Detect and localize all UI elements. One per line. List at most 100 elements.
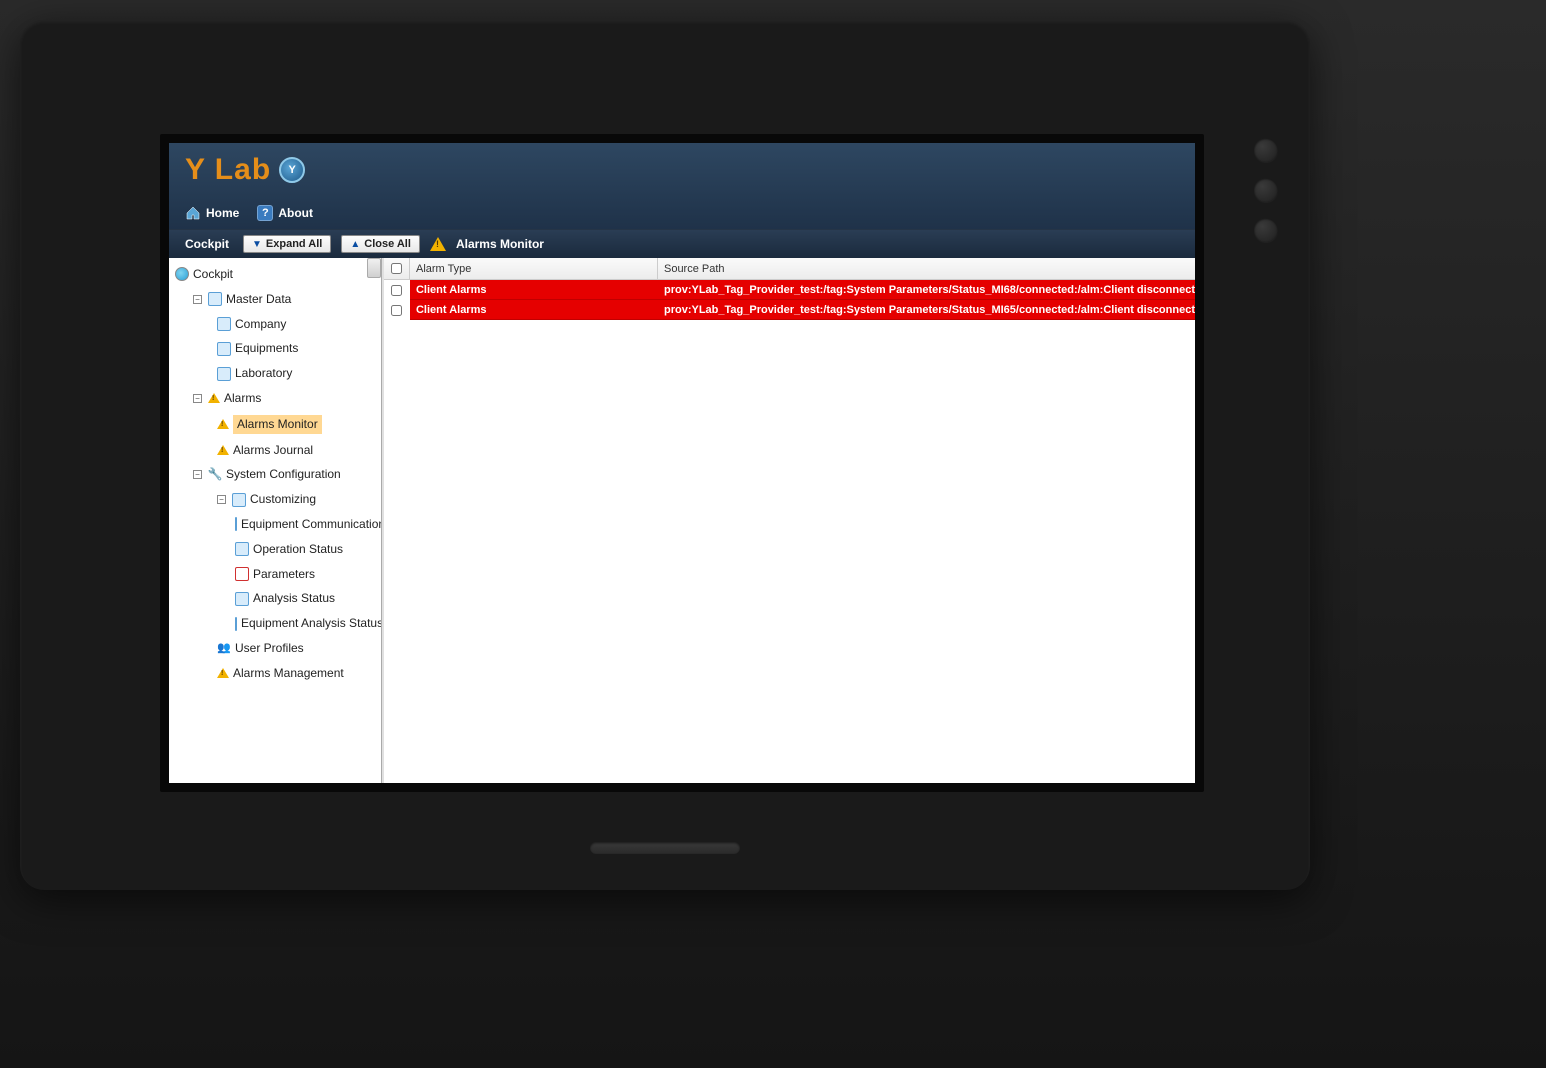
tablet-frame: Y Lab Y Home ? About Cockpit ▼ (20, 20, 1310, 890)
tree-equip-analysis[interactable]: Equipment Analysis Status (173, 611, 379, 636)
tree-alarms-journal[interactable]: Alarms Journal (173, 438, 379, 463)
tree-label: Operation Status (253, 541, 343, 558)
logo-text: Y Lab (185, 153, 271, 187)
tree-laboratory[interactable]: Laboratory (173, 361, 379, 386)
expander-icon[interactable]: − (193, 470, 202, 479)
app-screen: Y Lab Y Home ? About Cockpit ▼ (160, 134, 1204, 792)
tree-label: Alarms (224, 390, 261, 407)
warning-icon (217, 668, 229, 678)
app-header: Y Lab Y Home ? About (169, 143, 1195, 229)
tree-user-profiles[interactable]: 👥 User Profiles (173, 636, 379, 661)
tablet-home-bar[interactable] (590, 842, 740, 854)
tree-alarms[interactable]: − Alarms (173, 386, 379, 411)
nav-about[interactable]: ? About (257, 205, 313, 221)
tree-label: User Profiles (235, 640, 304, 657)
tree-parameters[interactable]: Parameters (173, 562, 379, 587)
content-panel: Alarm Type Source Path Client Alarms pro… (382, 258, 1195, 783)
warning-icon (217, 445, 229, 455)
row-checkbox[interactable] (391, 305, 402, 316)
cell-source-path: prov:YLab_Tag_Provider_test:/tag:System … (658, 300, 1195, 320)
breadcrumb: Alarms Monitor (456, 237, 544, 251)
close-all-button[interactable]: ▲ Close All (341, 235, 420, 253)
folder-icon (217, 367, 231, 381)
header-checkbox-cell (384, 258, 410, 279)
tablet-button-3[interactable] (1254, 218, 1278, 242)
folder-icon (235, 592, 249, 606)
chevron-down-icon: ▼ (252, 239, 262, 250)
users-icon: 👥 (217, 641, 231, 655)
warning-icon (217, 419, 229, 429)
sidebar: Cockpit − Master Data Company Equipments (169, 258, 382, 783)
nav-home[interactable]: Home (185, 205, 239, 221)
warning-icon (208, 393, 220, 403)
row-checkbox-cell (384, 300, 410, 320)
globe-icon (175, 267, 189, 281)
close-all-label: Close All (364, 238, 411, 250)
expander-icon[interactable]: − (217, 495, 226, 504)
row-checkbox-cell (384, 280, 410, 300)
tree-op-status[interactable]: Operation Status (173, 537, 379, 562)
expand-all-label: Expand All (266, 238, 322, 250)
table-row[interactable]: Client Alarms prov:YLab_Tag_Provider_tes… (384, 280, 1195, 300)
tree-label: Equipment Communications (241, 516, 382, 533)
tree-analysis-status[interactable]: Analysis Status (173, 586, 379, 611)
folder-icon (235, 617, 237, 631)
tree-label: Equipments (235, 340, 298, 357)
folder-icon (217, 317, 231, 331)
tree-system-config[interactable]: − 🔧 System Configuration (173, 462, 379, 487)
tree-label: Equipment Analysis Status (241, 615, 382, 632)
nav-bar: Home ? About (185, 205, 1179, 221)
row-checkbox[interactable] (391, 285, 402, 296)
wrench-icon: 🔧 (208, 468, 222, 482)
nav-about-label: About (278, 206, 313, 220)
tree-master-data[interactable]: − Master Data (173, 287, 379, 312)
tablet-button-1[interactable] (1254, 138, 1278, 162)
toolbar-label: Cockpit (185, 237, 229, 251)
column-source-path[interactable]: Source Path (658, 258, 1195, 279)
expander-icon[interactable]: − (193, 295, 202, 304)
tree-equipments[interactable]: Equipments (173, 336, 379, 361)
tablet-side-buttons (1254, 138, 1278, 242)
logo: Y Lab Y (185, 153, 1179, 187)
tree-alarms-monitor[interactable]: Alarms Monitor (173, 411, 379, 438)
folder-icon (235, 542, 249, 556)
folder-icon (217, 342, 231, 356)
expand-all-button[interactable]: ▼ Expand All (243, 235, 331, 253)
form-icon (235, 567, 249, 581)
tree-label: Parameters (253, 566, 315, 583)
tree-customizing[interactable]: − Customizing (173, 487, 379, 512)
tree-company[interactable]: Company (173, 312, 379, 337)
tree-label: Company (235, 316, 286, 333)
about-icon: ? (257, 205, 273, 221)
scrollbar-handle[interactable] (367, 258, 381, 278)
table-row[interactable]: Client Alarms prov:YLab_Tag_Provider_tes… (384, 300, 1195, 320)
folder-icon (232, 493, 246, 507)
warning-icon (430, 237, 446, 251)
tree-label: Analysis Status (253, 590, 335, 607)
tree-equip-comm[interactable]: Equipment Communications (173, 512, 379, 537)
select-all-checkbox[interactable] (391, 263, 402, 274)
tree-alarms-mgmt[interactable]: Alarms Management (173, 661, 379, 686)
nav-tree: Cockpit − Master Data Company Equipments (169, 258, 381, 690)
table-header: Alarm Type Source Path (384, 258, 1195, 280)
tree-label: Customizing (250, 491, 316, 508)
folder-icon (235, 517, 237, 531)
chevron-up-icon: ▲ (350, 239, 360, 250)
tree-label: Cockpit (193, 266, 233, 283)
tree-label: Alarms Management (233, 665, 344, 682)
toolbar: Cockpit ▼ Expand All ▲ Close All Alarms … (169, 229, 1195, 258)
cell-alarm-type: Client Alarms (410, 280, 658, 300)
cell-source-path: prov:YLab_Tag_Provider_test:/tag:System … (658, 280, 1195, 300)
logo-badge-icon: Y (279, 157, 305, 183)
tree-label: Master Data (226, 291, 291, 308)
expander-icon[interactable]: − (193, 394, 202, 403)
tree-label: System Configuration (226, 466, 341, 483)
home-icon (185, 205, 201, 221)
column-alarm-type[interactable]: Alarm Type (410, 258, 658, 279)
tree-label: Alarms Monitor (233, 415, 322, 434)
tree-label: Laboratory (235, 365, 292, 382)
tree-label: Alarms Journal (233, 442, 313, 459)
folder-icon (208, 292, 222, 306)
tablet-button-2[interactable] (1254, 178, 1278, 202)
tree-root-cockpit[interactable]: Cockpit (173, 262, 379, 287)
